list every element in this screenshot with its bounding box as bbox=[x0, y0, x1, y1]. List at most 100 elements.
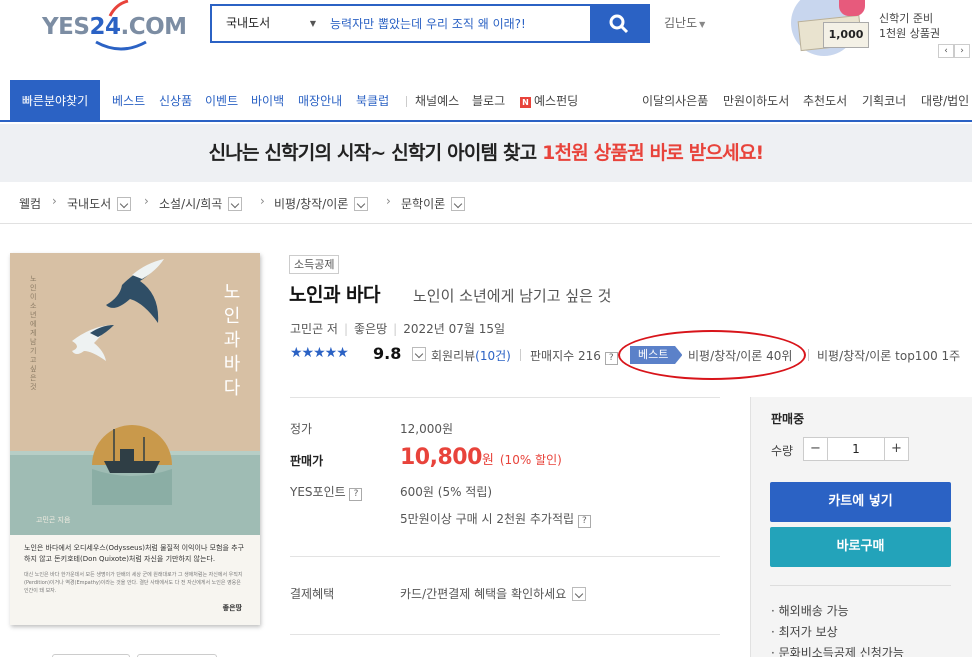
user-menu[interactable]: 김난도 ▼ bbox=[664, 14, 705, 31]
book-author[interactable]: 고민곤 저 bbox=[290, 322, 338, 336]
nav-item-funding[interactable]: N 예스펀딩 bbox=[520, 80, 578, 120]
search-input[interactable] bbox=[330, 6, 592, 41]
review-link[interactable]: 회원리뷰(10건) bbox=[431, 347, 511, 364]
chevron-right-icon: › bbox=[260, 194, 265, 208]
nav-item-blog[interactable]: 블로그 bbox=[472, 80, 505, 120]
tax-deduction-tag: 소득공제 bbox=[289, 255, 340, 274]
divider bbox=[808, 349, 809, 361]
search-button[interactable] bbox=[590, 6, 648, 41]
dropdown-toggle-icon[interactable] bbox=[354, 197, 369, 211]
nav-item-new[interactable]: 신상품 bbox=[159, 80, 192, 120]
voucher-card: 1,000 bbox=[823, 22, 869, 48]
breadcrumb-home[interactable]: 웰컴 bbox=[19, 195, 41, 212]
book-subtitle: 노인이 소년에게 남기고 싶은 것 bbox=[413, 287, 612, 305]
quantity-minus-button[interactable]: − bbox=[804, 438, 828, 460]
perk-lowest-price: · 최저가 보상 bbox=[771, 625, 838, 639]
purchase-panel: 판매중 수량 − 1 + 카트에 넣기 바로구매 · 해외배송 가능 · 최저가… bbox=[750, 397, 972, 657]
quick-category-button[interactable]: 빠른분야찾기 bbox=[10, 80, 100, 122]
perk-overseas-shipping: · 해외배송 가능 bbox=[771, 604, 849, 618]
logo-smile-icon bbox=[95, 40, 147, 51]
list-price-value: 12,000원 bbox=[400, 422, 454, 436]
points-extra: 5만원이상 구매 시 2천원 추가적립 ? bbox=[400, 510, 591, 528]
list-price-label: 정가 bbox=[290, 422, 313, 436]
nav-item-bulk[interactable]: 대량/법인 bbox=[921, 80, 969, 120]
nav-divider bbox=[406, 96, 407, 107]
promo-line1: 신학기 준비 bbox=[879, 12, 934, 25]
book-publisher[interactable]: 좋은땅 bbox=[354, 322, 387, 336]
section-divider bbox=[290, 634, 720, 635]
dropdown-toggle-icon[interactable] bbox=[572, 587, 587, 601]
event-banner[interactable]: 신나는 신학기의 시작~ 신학기 아이템 찾고 1천원 상품권 바로 받으세요! bbox=[0, 124, 972, 182]
dropdown-toggle-icon[interactable] bbox=[117, 197, 132, 211]
section-divider bbox=[290, 397, 720, 398]
rating-dropdown-icon[interactable] bbox=[412, 347, 426, 361]
cover-blurb-main: 노인은 바다에서 오디세우스(Odysseus)처럼 물질적 이익이나 모험을 … bbox=[24, 544, 245, 563]
buy-now-button[interactable]: 바로구매 bbox=[770, 527, 951, 567]
breadcrumb: 웰컴 › 국내도서 › 소설/시/희곡 › 비평/창작/이론 › 문학이론 bbox=[0, 183, 972, 224]
sale-status: 판매중 bbox=[771, 412, 805, 426]
nav-item-recommend[interactable]: 추천도서 bbox=[803, 80, 847, 120]
book-title: 노인과 바다 bbox=[289, 284, 381, 306]
breadcrumb-item[interactable]: 문학이론 bbox=[401, 195, 466, 212]
search-bar: 국내도서 ▼ bbox=[210, 4, 650, 43]
chevron-down-icon: ▼ bbox=[699, 20, 706, 29]
chevron-right-icon: › bbox=[144, 194, 149, 208]
promo-prev-button[interactable]: ‹ bbox=[938, 44, 954, 58]
site-header: YES24.COM 국내도서▼ 김난도▼ 1,000 신학기 준비 1천원 상품… bbox=[0, 0, 972, 78]
chevron-down-icon: ▼ bbox=[309, 19, 316, 28]
nav-item-store[interactable]: 매장안내 bbox=[298, 80, 342, 120]
dropdown-toggle-icon[interactable] bbox=[451, 197, 466, 211]
divider bbox=[520, 349, 521, 361]
promo-next-button[interactable]: › bbox=[954, 44, 970, 58]
book-meta: 고민곤 저 | 좋은땅 | 2022년 07월 15일 bbox=[290, 322, 506, 336]
search-icon bbox=[609, 14, 629, 34]
sale-price-label: 판매가 bbox=[290, 454, 324, 468]
quantity-input[interactable]: 1 bbox=[828, 438, 884, 460]
nav-item-best[interactable]: 베스트 bbox=[112, 80, 145, 120]
search-category-select[interactable]: 국내도서 ▼ bbox=[212, 6, 322, 41]
breadcrumb-item[interactable]: 소설/시/희곡 bbox=[159, 195, 243, 212]
nav-item-bookclub[interactable]: 북클럽 bbox=[356, 80, 389, 120]
nav-item-special[interactable]: 기획코너 bbox=[862, 80, 906, 120]
highlight-annotation bbox=[618, 330, 806, 380]
payment-benefit-label: 결제혜택 bbox=[290, 587, 335, 601]
chevron-right-icon: › bbox=[386, 194, 391, 208]
breadcrumb-item[interactable]: 국내도서 bbox=[67, 195, 132, 212]
nav-item-under10k[interactable]: 만원이하도서 bbox=[723, 80, 789, 120]
help-icon[interactable]: ? bbox=[349, 488, 363, 501]
rating-stars-icon: ★★★★★ bbox=[290, 345, 349, 361]
cover-author: 고민곤 지음 bbox=[36, 516, 71, 524]
quantity-stepper: − 1 + bbox=[803, 437, 909, 461]
points-label: YES포인트 ? bbox=[290, 483, 363, 501]
add-to-cart-button[interactable]: 카트에 넣기 bbox=[770, 482, 951, 522]
yes24-logo[interactable]: YES24.COM bbox=[42, 0, 187, 52]
nav-item-gift[interactable]: 이달의사은품 bbox=[642, 80, 708, 120]
section-divider bbox=[290, 556, 720, 557]
nav-item-buyback[interactable]: 바이백 bbox=[251, 80, 284, 120]
cover-blurb-small: 대신 노인은 바다 한가운데서 모든 생명이가 단배의 세상 군에 원래대로가 … bbox=[24, 572, 243, 594]
points-value: 600원 (5% 적립) bbox=[400, 485, 493, 499]
rating-score: 9.8 bbox=[373, 344, 402, 363]
main-nav: 빠른분야찾기 베스트 신상품 이벤트 바이백 매장안내 북클럽 채널예스 블로그… bbox=[0, 80, 972, 122]
sale-price: 10,800원 (10% 할인) bbox=[400, 445, 562, 470]
cover-blurb: 노인은 바다에서 오디세우스(Odysseus)처럼 물질적 이익이나 모험을 … bbox=[10, 535, 260, 625]
top100-link[interactable]: 비평/창작/이론 top100 1주 bbox=[817, 347, 960, 364]
nav-item-event[interactable]: 이벤트 bbox=[205, 80, 238, 120]
chevron-right-icon: › bbox=[52, 194, 57, 208]
help-icon[interactable]: ? bbox=[577, 515, 591, 528]
book-cover[interactable]: 노인이 소년에게 남기고 싶은 것 노인과바다 고민곤 지음 노인은 바다에서 … bbox=[10, 253, 260, 625]
nav-item-channel[interactable]: 채널예스 bbox=[415, 80, 459, 120]
promo-line2: 1천원 상품권 bbox=[879, 27, 941, 40]
cover-title: 노인과바다 bbox=[223, 282, 241, 399]
perk-culture-deduction: · 문화비소득공제 신청가능 bbox=[771, 646, 904, 657]
help-icon[interactable]: ? bbox=[604, 352, 618, 365]
n-badge-icon: N bbox=[520, 97, 531, 108]
dropdown-toggle-icon[interactable] bbox=[228, 197, 243, 211]
payment-benefit-link[interactable]: 카드/간편결제 혜택을 확인하세요 bbox=[400, 585, 587, 602]
breadcrumb-item[interactable]: 비평/창작/이론 bbox=[274, 195, 369, 212]
quantity-plus-button[interactable]: + bbox=[884, 438, 908, 460]
quantity-label: 수량 bbox=[771, 444, 794, 458]
book-date: 2022년 07월 15일 bbox=[403, 322, 506, 336]
logo-text: YES24.COM bbox=[42, 14, 187, 40]
cover-publisher: 좋은땅 bbox=[222, 604, 242, 612]
